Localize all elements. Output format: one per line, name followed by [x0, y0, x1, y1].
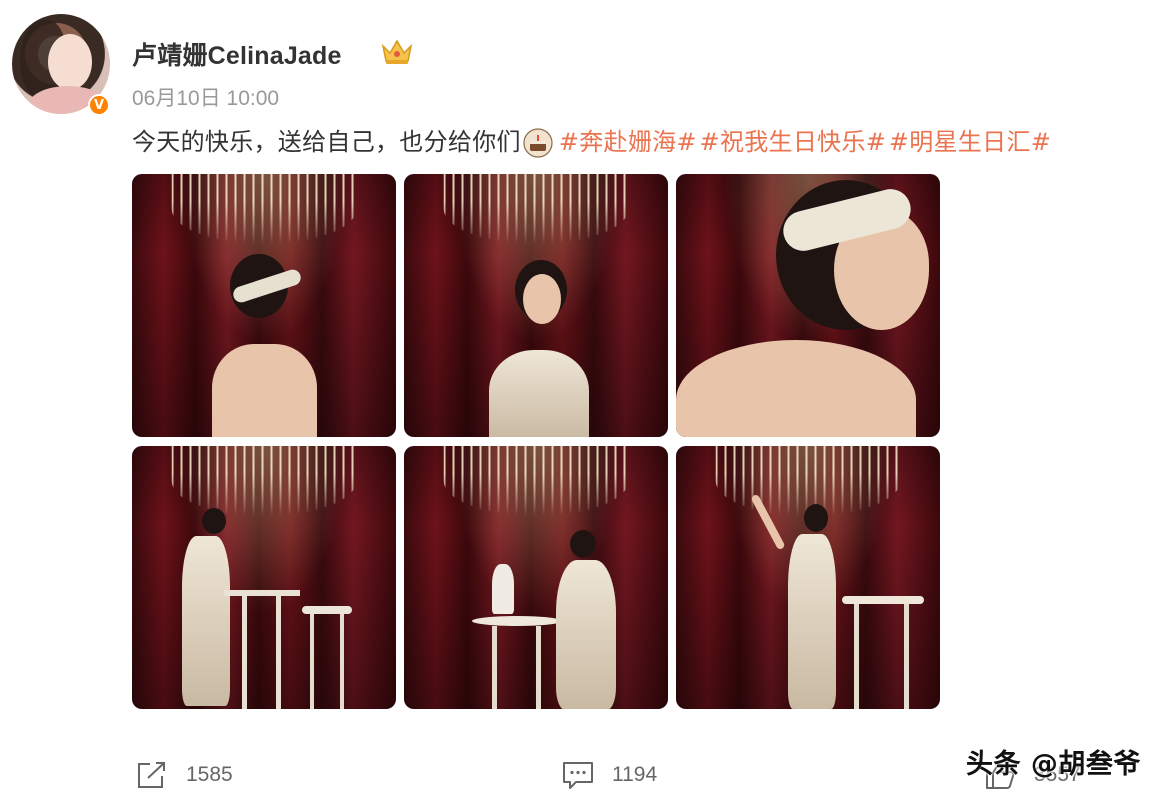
watermark: 头条 @胡叁爷: [966, 749, 1141, 780]
repost-count: 1585: [186, 763, 233, 786]
photo-thumbnail-1[interactable]: [132, 174, 396, 437]
post-text: 今天的快乐，送给自己，也分给你们 #奔赴姗海# #祝我生日快乐# #明星生日汇#: [132, 122, 1051, 158]
flower-vase: [492, 564, 514, 614]
chandelier-graphic: [443, 174, 629, 244]
bar-table: [842, 596, 924, 709]
chandelier-graphic: [171, 174, 357, 244]
post-main-text: 今天的快乐，送给自己，也分给你们: [132, 128, 521, 156]
figure-woman: [750, 493, 842, 709]
cake-emoji-icon: [523, 128, 553, 158]
post-time[interactable]: 06月10日 10:00: [132, 82, 279, 112]
bar-table: [224, 590, 300, 709]
bar-stool: [302, 606, 352, 709]
hashtag-link[interactable]: #明星生日汇#: [889, 128, 1051, 156]
photo-thumbnail-2[interactable]: [404, 174, 668, 437]
figure-woman: [212, 254, 322, 437]
comment-count: 1194: [612, 763, 658, 786]
photo-thumbnail-3[interactable]: [676, 174, 940, 437]
comment-button[interactable]: 1194: [562, 760, 657, 790]
figure-woman: [479, 260, 599, 437]
chandelier-graphic: [171, 446, 357, 516]
figure-woman: [550, 530, 630, 709]
comment-icon: [563, 762, 593, 789]
round-table: [472, 616, 562, 709]
photo-thumbnail-6[interactable]: [676, 446, 940, 709]
photo-thumbnail-5[interactable]: [404, 446, 668, 709]
avatar-face: [48, 34, 92, 90]
hashtag-link[interactable]: #祝我生日快乐#: [700, 128, 887, 156]
verified-badge-icon: V: [88, 94, 110, 116]
repost-button[interactable]: 1585: [136, 760, 233, 790]
photo-thumbnail-4[interactable]: [132, 446, 396, 709]
figure-woman: [676, 180, 936, 437]
username[interactable]: 卢靖姗CelinaJade: [132, 36, 342, 72]
repost-icon: [138, 762, 165, 788]
crown-icon: [381, 39, 413, 64]
chandelier-graphic: [443, 446, 629, 516]
hashtag-link[interactable]: #奔赴姗海#: [559, 128, 697, 156]
